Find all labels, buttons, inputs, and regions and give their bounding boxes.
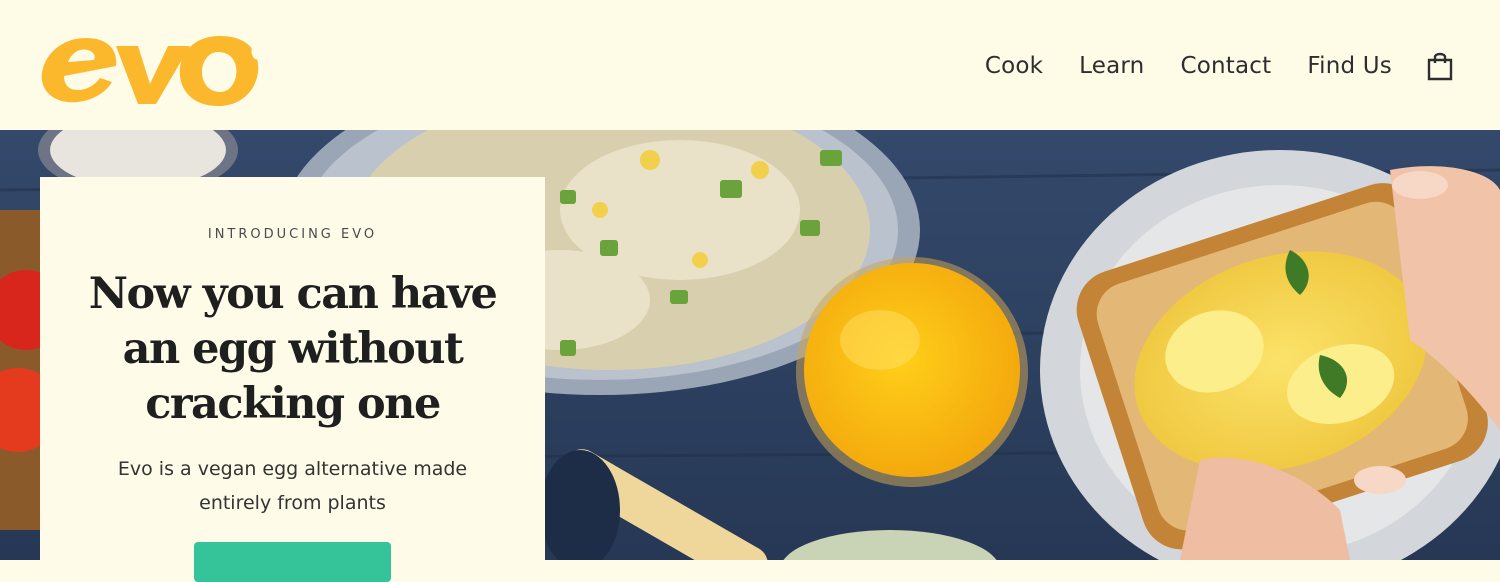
hero-subtext: Evo is a vegan egg alternative made enti… xyxy=(117,458,468,514)
nav-link-contact[interactable]: Contact xyxy=(1180,53,1271,79)
hero-cta-button[interactable] xyxy=(194,542,391,582)
hero-headline: Now you can have an egg without cracking… xyxy=(88,269,498,429)
nav-link-find-us[interactable]: Find Us xyxy=(1307,53,1392,79)
evo-logo[interactable] xyxy=(38,22,278,106)
hero-card: INTRODUCING EVO Now you can have an egg … xyxy=(40,177,545,582)
main-nav: Cook Learn Contact Find Us xyxy=(949,46,1454,86)
shopping-bag-icon[interactable] xyxy=(1426,51,1454,81)
site-header: Cook Learn Contact Find Us xyxy=(0,0,1500,130)
hero-eyebrow: INTRODUCING EVO xyxy=(207,227,378,242)
nav-link-learn[interactable]: Learn xyxy=(1079,53,1144,79)
nav-link-cook[interactable]: Cook xyxy=(985,53,1043,79)
